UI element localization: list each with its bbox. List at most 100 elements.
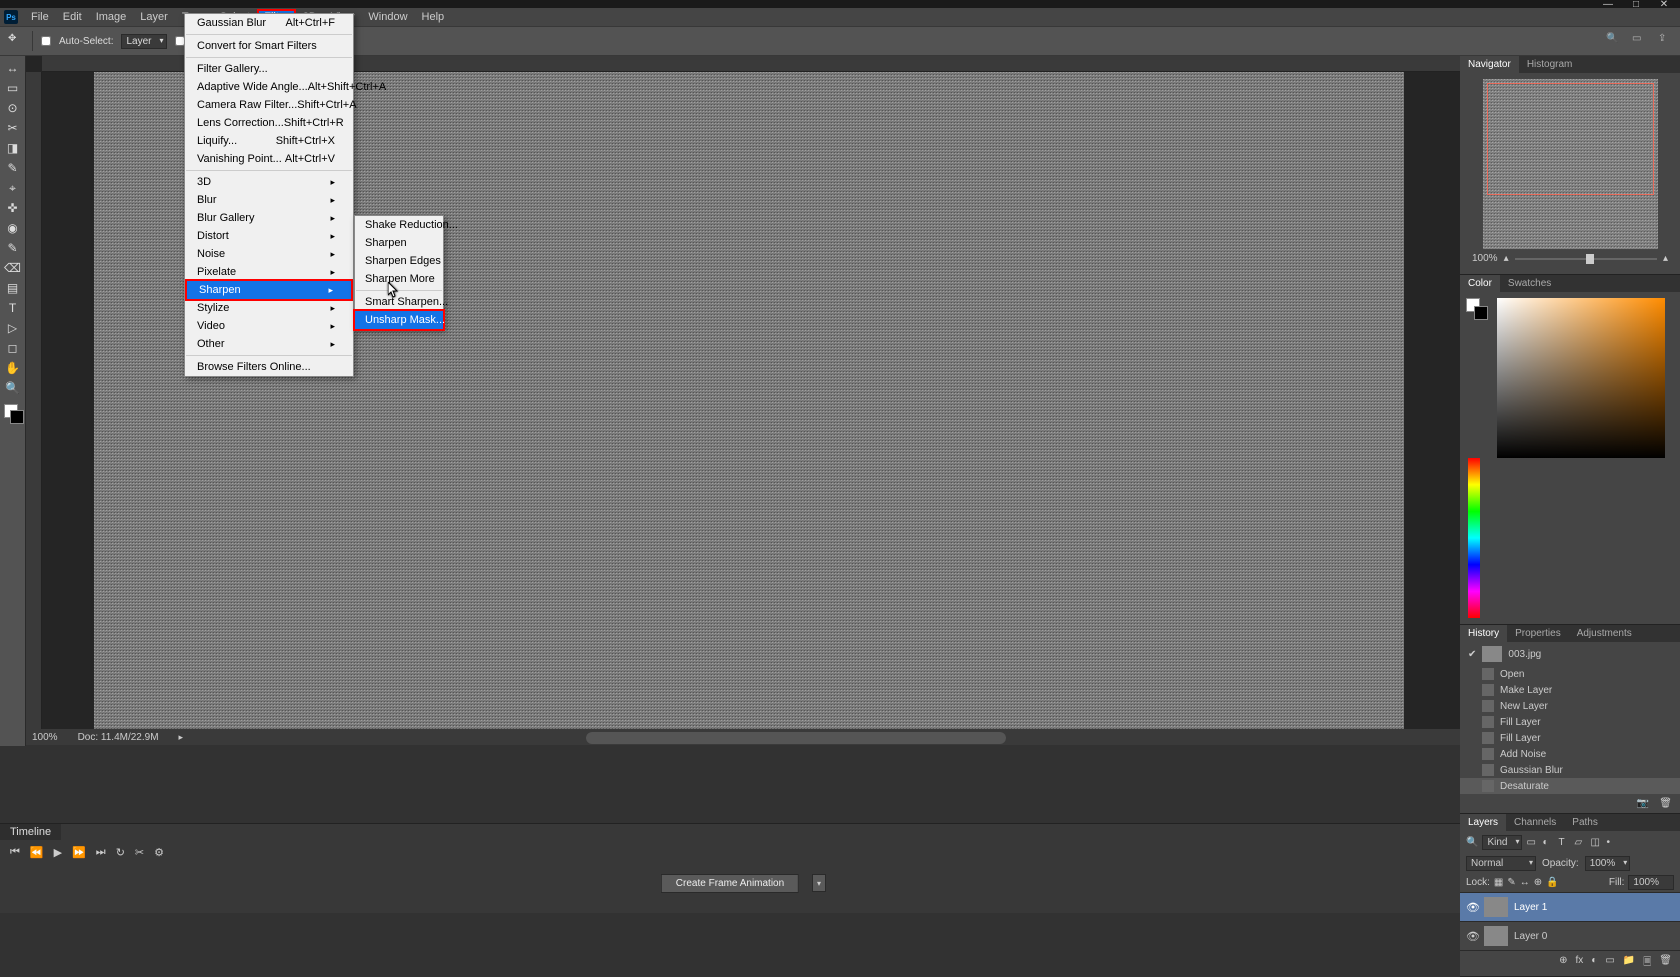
navigator-tab[interactable]: Navigator xyxy=(1460,56,1519,73)
history-state[interactable]: Fill Layer xyxy=(1460,714,1680,730)
delete-state-icon[interactable]: 🗑 xyxy=(1659,798,1672,809)
layers-bottom-icon-5[interactable]: 🗏 xyxy=(1643,955,1651,972)
layer-name[interactable]: Layer 1 xyxy=(1514,902,1547,913)
layer-thumbnail-icon[interactable] xyxy=(1484,926,1508,946)
tool-button-15[interactable]: ✋ xyxy=(2,358,24,378)
tool-button-13[interactable]: ▷ xyxy=(2,318,24,338)
swatches-tab[interactable]: Swatches xyxy=(1500,275,1559,292)
opacity-input[interactable]: 100% xyxy=(1585,856,1631,871)
auto-select-dropdown[interactable]: Layer xyxy=(121,34,166,49)
navigator-zoom-readout[interactable]: 100% xyxy=(1472,253,1498,264)
layer-filter-icon-1[interactable]: ◐ xyxy=(1542,837,1554,849)
layers-bottom-icon-3[interactable]: ▭ xyxy=(1605,955,1614,972)
menu-window[interactable]: Window xyxy=(361,9,414,25)
tool-button-12[interactable]: T xyxy=(2,298,24,318)
menu-file[interactable]: File xyxy=(24,9,56,25)
layers-tab[interactable]: Layers xyxy=(1460,814,1506,831)
menu-item-video[interactable]: Video▸ xyxy=(185,317,353,335)
menu-item-browse-online[interactable]: Browse Filters Online... xyxy=(185,358,353,376)
history-state[interactable]: Add Noise xyxy=(1460,746,1680,762)
layer-filter-icon-3[interactable]: ▱ xyxy=(1574,837,1586,849)
menu-item-3d[interactable]: 3D▸ xyxy=(185,173,353,191)
menu-image[interactable]: Image xyxy=(89,9,134,25)
timeline-control-1[interactable]: ⏪ xyxy=(30,846,44,859)
zoom-readout[interactable]: 100% xyxy=(32,732,58,743)
layer-row[interactable]: 👁 Layer 1 xyxy=(1460,892,1680,921)
window-minimize[interactable]: — xyxy=(1594,0,1622,8)
tool-button-14[interactable]: ◻ xyxy=(2,338,24,358)
menu-item-distort[interactable]: Distort▸ xyxy=(185,227,353,245)
history-state[interactable]: Desaturate xyxy=(1460,778,1680,794)
lock-icon-4[interactable]: 🔒 xyxy=(1546,877,1558,888)
timeline-control-2[interactable]: ▶ xyxy=(54,846,62,859)
create-animation-dropdown[interactable]: ▾ xyxy=(812,874,826,892)
tool-button-9[interactable]: ✎ xyxy=(2,238,24,258)
submenu-item-sharpen-edges[interactable]: Sharpen Edges xyxy=(355,252,443,270)
menu-item-filter-gallery[interactable]: Filter Gallery... xyxy=(185,60,353,78)
lock-icon-1[interactable]: ✎ xyxy=(1507,877,1515,888)
lock-icon-3[interactable]: ⊕ xyxy=(1534,877,1542,888)
submenu-item-sharpen[interactable]: Sharpen xyxy=(355,234,443,252)
tool-button-8[interactable]: ◉ xyxy=(2,218,24,238)
menu-item-sharpen[interactable]: Sharpen▸ xyxy=(185,279,353,301)
menu-help[interactable]: Help xyxy=(415,9,452,25)
tool-button-3[interactable]: ✂ xyxy=(2,118,24,138)
adjustments-tab[interactable]: Adjustments xyxy=(1569,625,1640,642)
menu-layer[interactable]: Layer xyxy=(133,9,175,25)
ruler-vertical[interactable] xyxy=(26,72,42,745)
timeline-control-7[interactable]: ⚙ xyxy=(154,846,164,859)
lock-icon-0[interactable]: ▦ xyxy=(1494,877,1503,888)
tool-button-10[interactable]: ⌫ xyxy=(2,258,24,278)
layer-filter-icon-5[interactable]: • xyxy=(1606,837,1618,849)
tool-button-5[interactable]: ✎ xyxy=(2,158,24,178)
layer-thumbnail-icon[interactable] xyxy=(1484,897,1508,917)
tool-button-0[interactable]: ↔ xyxy=(2,58,24,78)
navigator-viewbox[interactable] xyxy=(1487,83,1654,195)
share-icon[interactable]: ⇪ xyxy=(1658,33,1674,49)
window-close[interactable]: ✕ xyxy=(1650,0,1678,8)
new-snapshot-icon[interactable]: 📷 xyxy=(1637,798,1649,809)
search-icon[interactable]: 🔍 xyxy=(1606,33,1622,49)
layers-bottom-icon-1[interactable]: fx xyxy=(1576,955,1584,972)
horizontal-scrollbar[interactable] xyxy=(586,732,1006,744)
layer-filter-icon-0[interactable]: ▭ xyxy=(1526,837,1538,849)
tool-button-6[interactable]: ⌖ xyxy=(2,178,24,198)
window-maximize[interactable]: □ xyxy=(1622,0,1650,8)
history-state[interactable]: Fill Layer xyxy=(1460,730,1680,746)
histogram-tab[interactable]: Histogram xyxy=(1519,56,1581,73)
menu-item-last-filter[interactable]: Gaussian BlurAlt+Ctrl+F xyxy=(185,14,353,32)
doc-size-readout[interactable]: Doc: 11.4M/22.9M xyxy=(78,732,159,743)
submenu-item-sharpen-more[interactable]: Sharpen More xyxy=(355,270,443,288)
visibility-icon[interactable]: 👁 xyxy=(1466,901,1478,914)
timeline-control-3[interactable]: ⏩ xyxy=(72,846,86,859)
filter-kind-icon[interactable]: 🔍 xyxy=(1466,837,1478,848)
layers-bottom-icon-0[interactable]: ⊕ xyxy=(1559,955,1567,972)
timeline-control-0[interactable]: ⏮ xyxy=(10,846,20,859)
channels-tab[interactable]: Channels xyxy=(1506,814,1564,831)
menu-item-stylize[interactable]: Stylize▸ xyxy=(185,299,353,317)
submenu-item-shake-reduction[interactable]: Shake Reduction... xyxy=(355,216,443,234)
paths-tab[interactable]: Paths xyxy=(1564,814,1606,831)
menu-item-camera-raw[interactable]: Camera Raw Filter...Shift+Ctrl+A xyxy=(185,96,353,114)
submenu-item-unsharp-mask[interactable]: Unsharp Mask... xyxy=(353,309,445,331)
hue-slider[interactable] xyxy=(1468,458,1480,618)
tool-button-2[interactable]: ⊙ xyxy=(2,98,24,118)
history-state[interactable]: New Layer xyxy=(1460,698,1680,714)
blend-mode-dropdown[interactable]: Normal xyxy=(1466,856,1536,871)
layer-name[interactable]: Layer 0 xyxy=(1514,931,1547,942)
tool-button-11[interactable]: ▤ xyxy=(2,278,24,298)
auto-select-checkbox[interactable] xyxy=(41,36,51,46)
color-tab[interactable]: Color xyxy=(1460,275,1500,292)
timeline-control-6[interactable]: ✂ xyxy=(135,846,144,859)
color-picker-field[interactable] xyxy=(1497,298,1665,458)
zoom-out-icon[interactable]: ▴ xyxy=(1504,253,1509,264)
layers-bottom-icon-2[interactable]: ◐ xyxy=(1591,955,1597,972)
menu-item-blur[interactable]: Blur▸ xyxy=(185,191,353,209)
layer-filter-icon-2[interactable]: T xyxy=(1558,837,1570,849)
tool-button-4[interactable]: ◨ xyxy=(2,138,24,158)
menu-item-liquify[interactable]: Liquify...Shift+Ctrl+X xyxy=(185,132,353,150)
menu-item-adaptive-wide[interactable]: Adaptive Wide Angle...Alt+Shift+Ctrl+A xyxy=(185,78,353,96)
history-state[interactable]: Open xyxy=(1460,666,1680,682)
menu-item-lens-correction[interactable]: Lens Correction...Shift+Ctrl+R xyxy=(185,114,353,132)
history-tab[interactable]: History xyxy=(1460,625,1507,642)
